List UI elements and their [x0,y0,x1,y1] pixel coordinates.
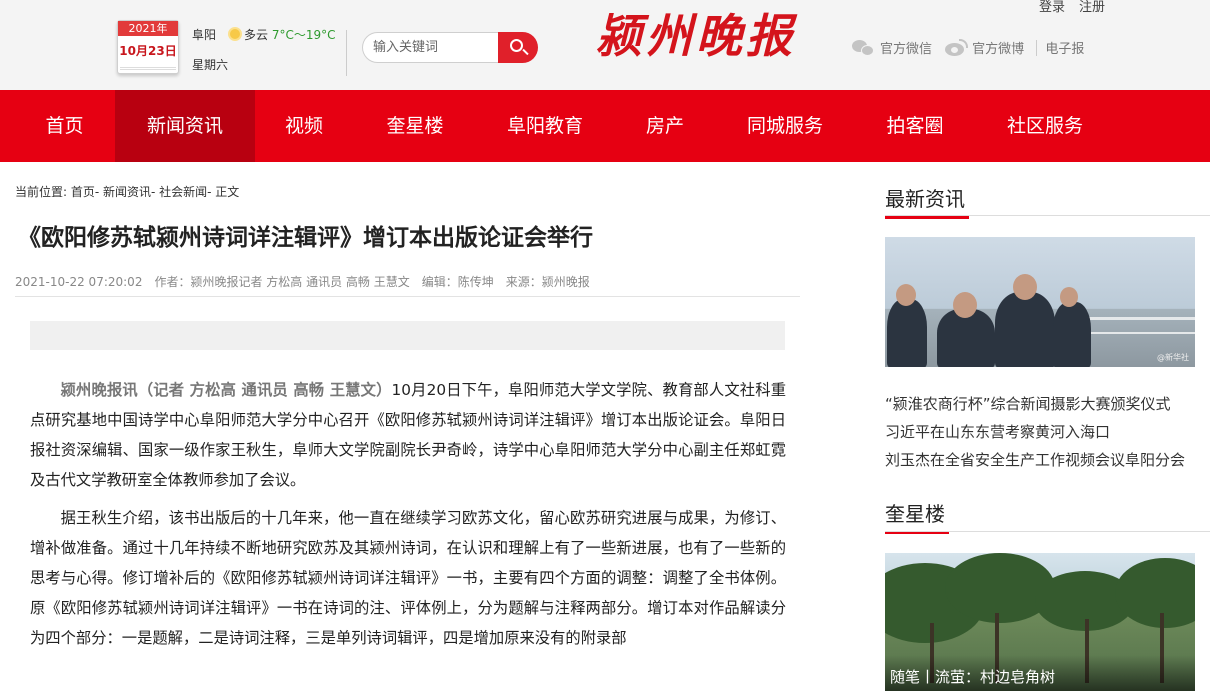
nav-item-kuixinglou[interactable]: 奎星楼 [370,90,460,162]
photo-head [896,284,916,306]
photo-head [953,292,977,318]
sidebar-latest-label: 最新资讯 [885,187,965,211]
photo-person [1053,302,1091,367]
epaper-link[interactable]: 电子报 [1045,38,1084,57]
nav-item-home[interactable]: 首页 [27,90,102,162]
sidebar-rule [885,531,1210,532]
search-button[interactable] [498,32,538,63]
weather-condition: 多云 [244,28,269,42]
list-item[interactable]: 刘玉杰在全省安全生产工作视频会议阜阳分会 [885,447,1210,474]
nav-item-city-services[interactable]: 同城服务 [730,90,840,162]
calendar-base [120,67,176,70]
sidebar-kuixinglou-title: 奎星楼 [885,498,949,534]
nav-item-video[interactable]: 视频 [268,90,340,162]
register-link[interactable]: 注册 [1079,0,1105,15]
calendar-year: 2021年 [118,21,178,36]
photo-head [1060,287,1078,307]
latest-news-list: “颍淮农商行杯”综合新闻摄影大赛颁奖仪式 习近平在山东东营考察黄河入海口 刘玉杰… [885,391,1210,474]
audio-player-bar[interactable] [30,321,785,350]
search-box [362,32,538,63]
title-underline [885,216,969,219]
article-author: 作者：颍州晚报记者 方松高 通讯员 高畅 王慧文 [154,275,410,289]
login-link[interactable]: 登录 [1039,0,1065,15]
page-title: 《欧阳修苏轼颍州诗词详注辑评》增订本出版论证会举行 [18,225,593,251]
nav-item-news[interactable]: 新闻资讯 [115,90,255,162]
calendar-icon: 2021年 10月23日 [117,20,179,74]
nav-item-education[interactable]: 阜阳教育 [490,90,600,162]
article-paragraph: 颍州晚报讯（记者 方松高 通讯员 高畅 王慧文）10月20日下午，阜阳师范大学文… [30,375,786,495]
sidebar-kuixinglou-label: 奎星楼 [885,502,945,526]
breadcrumb[interactable]: 当前位置: 首页- 新闻资讯- 社会新闻- 正文 [15,183,239,200]
weibo-link[interactable]: 官方微博 [944,38,1024,57]
article-body: 颍州晚报讯（记者 方松高 通讯员 高畅 王慧文）10月20日下午，阜阳师范大学文… [30,375,786,661]
photo-person [995,292,1055,367]
social-links: 官方微信 官方微博 电子报 [852,38,1092,57]
social-divider [1036,40,1038,56]
photo-person [887,299,927,367]
search-icon-handle [522,48,529,56]
sidebar-latest-title: 最新资讯 [885,183,969,219]
weather: 阜阳 多云 7°C～19°C [192,26,336,43]
wechat-link[interactable]: 官方微信 [852,38,932,57]
kuixinglou-caption[interactable]: 随笔丨流萤：村边皂角树 [885,655,1195,691]
article-editor: 编辑：陈传坤 [421,275,494,289]
weekday: 星期六 [192,58,229,72]
kuixinglou-photo[interactable]: 随笔丨流萤：村边皂角树 [885,553,1195,691]
cloudy-icon [228,27,243,41]
weather-temp: 7°C～19°C [271,28,336,42]
nav-item-realestate[interactable]: 房产 [630,90,700,162]
article-paragraph: 据王秋生介绍，该书出版后的十几年来，他一直在继续学习欧苏文化，留心欧苏研究进展与… [30,509,786,647]
photo-head [1013,274,1037,300]
account-links: 登录 注册 [1039,0,1119,15]
weather-city: 阜阳 [192,28,217,42]
list-item[interactable]: “颍淮农商行杯”综合新闻摄影大赛颁奖仪式 [885,391,1210,418]
latest-news-photo[interactable]: @新华社 [885,237,1195,367]
meta-divider [15,296,800,297]
header-divider [346,30,347,76]
photo-tree [1115,558,1195,628]
wechat-label: 官方微信 [880,42,933,57]
calendar-day: 10月23日 [119,44,177,58]
photo-watermark: @新华社 [1157,353,1189,362]
sidebar-rule [885,215,1210,216]
search-icon [510,39,523,52]
nav-item-photo-circle[interactable]: 拍客圈 [870,90,960,162]
article-datetime: 2021-10-22 07:20:02 [15,275,143,289]
article-meta: 2021-10-22 07:20:02 作者：颍州晚报记者 方松高 通讯员 高畅 … [15,273,602,290]
weibo-label: 官方微博 [972,42,1025,57]
article-source: 来源：颍州晚报 [505,275,590,289]
search-input[interactable] [362,32,512,63]
top-header: 登录注册 2021年 10月23日 阜阳 多云 7°C～19°C 星期六 颍州晚报… [0,0,1210,90]
article-lead: 颍州晚报讯（记者 方松高 通讯员 高畅 王慧文） [60,381,392,399]
site-logo[interactable]: 颍州晚报 [596,8,796,64]
main-nav: 首页 新闻资讯 视频 奎星楼 阜阳教育 房产 同城服务 拍客圈 社区服务 [0,90,1210,162]
nav-item-community[interactable]: 社区服务 [990,90,1100,162]
weibo-icon [944,39,969,57]
list-item[interactable]: 习近平在山东东营考察黄河入海口 [885,419,1210,446]
wechat-icon [852,39,876,57]
